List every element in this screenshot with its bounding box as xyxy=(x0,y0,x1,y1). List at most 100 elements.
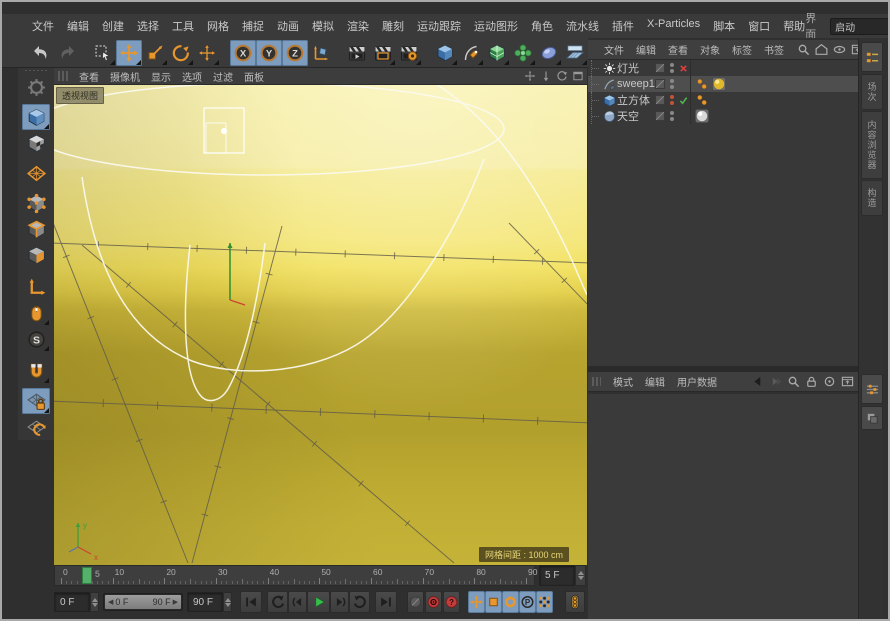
move-tool-button[interactable] xyxy=(116,40,142,66)
viewport-grip[interactable] xyxy=(58,71,68,81)
filter-icon[interactable] xyxy=(832,43,846,57)
object-manager-menu-item[interactable]: 对象 xyxy=(700,42,720,57)
key-rotation-button[interactable] xyxy=(502,591,519,613)
pan-icon[interactable] xyxy=(523,70,536,83)
menu-item[interactable]: 渲染 xyxy=(347,18,369,34)
visibility-dot[interactable] xyxy=(670,85,674,89)
next-frame-button[interactable] xyxy=(330,591,349,613)
object-name[interactable]: 立方体 xyxy=(617,92,653,108)
orbit-icon[interactable] xyxy=(555,70,568,83)
menu-item[interactable]: 创建 xyxy=(102,18,124,34)
add-environment-button[interactable] xyxy=(562,40,588,66)
visibility-dot[interactable] xyxy=(670,69,674,73)
visibility-dot[interactable] xyxy=(670,79,674,83)
dolly-icon[interactable] xyxy=(539,70,552,83)
phong-tag[interactable] xyxy=(694,77,709,92)
workplane-rotate-button[interactable] xyxy=(22,414,50,440)
axis-y-toggle-button[interactable]: Y xyxy=(256,40,282,66)
enable-toggle[interactable] xyxy=(677,64,690,73)
goto-start-button[interactable] xyxy=(240,591,262,613)
menu-item[interactable]: 雕刻 xyxy=(382,18,404,34)
maximize-icon[interactable] xyxy=(571,70,584,83)
undo-button[interactable] xyxy=(28,40,54,66)
scale-tool-button[interactable] xyxy=(142,40,168,66)
key-position-button[interactable] xyxy=(468,591,485,613)
layer-toggle[interactable] xyxy=(653,95,667,105)
attribute-manager-menu-item[interactable]: 编辑 xyxy=(645,374,665,389)
edges-mode-button[interactable] xyxy=(22,216,50,242)
key-scale-button[interactable] xyxy=(485,591,502,613)
object-manager-menu-item[interactable]: 书签 xyxy=(764,42,784,57)
enable-toggle[interactable] xyxy=(677,96,690,105)
menu-item[interactable]: 帮助 xyxy=(783,18,805,34)
attribute-manager-grip[interactable] xyxy=(592,377,601,386)
range-end-field[interactable]: 90 F xyxy=(187,592,223,612)
render-region-button[interactable] xyxy=(370,40,396,66)
menu-item[interactable]: 角色 xyxy=(531,18,553,34)
add-cube-button[interactable] xyxy=(432,40,458,66)
menu-item[interactable]: 动画 xyxy=(277,18,299,34)
viewport-menu-item[interactable]: 过滤 xyxy=(213,69,233,84)
home-icon[interactable] xyxy=(814,43,828,57)
palette-grip[interactable] xyxy=(25,70,47,71)
visibility-dot[interactable] xyxy=(670,117,674,121)
visibility-dots[interactable] xyxy=(667,95,677,105)
layer-toggle[interactable] xyxy=(653,111,667,121)
viewport-menu-item[interactable]: 选项 xyxy=(182,69,202,84)
model-mode-button[interactable] xyxy=(22,104,50,130)
material-tag[interactable] xyxy=(694,109,709,124)
forward-icon[interactable] xyxy=(768,375,782,389)
rotate-tool-button[interactable] xyxy=(168,40,194,66)
visibility-dots[interactable] xyxy=(667,63,677,73)
range-start-field[interactable]: 0 F xyxy=(54,592,90,612)
render-view-button[interactable] xyxy=(344,40,370,66)
menu-item[interactable]: 运动图形 xyxy=(474,18,518,34)
layer-toggle[interactable] xyxy=(653,79,667,89)
current-frame-field[interactable]: 5 F xyxy=(539,565,575,586)
add-spline-button[interactable] xyxy=(458,40,484,66)
coord-system-button[interactable] xyxy=(308,40,334,66)
record-key-button[interactable] xyxy=(425,591,442,613)
snap-enable-button[interactable]: S xyxy=(22,326,50,352)
panel-icon[interactable] xyxy=(840,375,854,389)
object-name[interactable]: 天空 xyxy=(617,108,653,124)
menu-item[interactable]: 脚本 xyxy=(713,18,735,34)
tab-layers[interactable] xyxy=(861,406,883,430)
redo-button[interactable] xyxy=(54,40,80,66)
polygons-mode-button[interactable] xyxy=(22,242,50,268)
visibility-dot[interactable] xyxy=(670,111,674,115)
search-icon[interactable] xyxy=(786,375,800,389)
object-row[interactable]: 天空 xyxy=(588,108,858,124)
play-button[interactable] xyxy=(307,591,330,613)
points-mode-button[interactable] xyxy=(22,190,50,216)
object-name[interactable]: sweep1 xyxy=(617,78,653,90)
texture-mode-button[interactable] xyxy=(22,130,50,156)
prev-frame-button[interactable] xyxy=(288,591,307,613)
material-tag[interactable] xyxy=(711,77,726,92)
menu-item[interactable]: 流水线 xyxy=(566,18,599,34)
attribute-manager-menu-item[interactable]: 用户数据 xyxy=(677,374,717,389)
add-deformer-button[interactable] xyxy=(510,40,536,66)
playhead[interactable] xyxy=(82,567,92,584)
visibility-dots[interactable] xyxy=(667,111,677,121)
object-name[interactable]: 灯光 xyxy=(617,60,653,76)
viewport-menu-item[interactable]: 显示 xyxy=(151,69,171,84)
menu-item[interactable]: 窗口 xyxy=(748,18,770,34)
attribute-manager[interactable] xyxy=(588,394,858,621)
object-manager-menu-item[interactable]: 标签 xyxy=(732,42,752,57)
tab-attributes[interactable] xyxy=(861,374,883,404)
visibility-dots[interactable] xyxy=(667,79,677,89)
key-pla-button[interactable] xyxy=(536,591,553,613)
menu-item[interactable]: 网格 xyxy=(207,18,229,34)
viewport-view-label[interactable]: 透视视图 xyxy=(56,87,104,104)
menu-item[interactable]: 文件 xyxy=(32,18,54,34)
axis-z-toggle-button[interactable]: Z xyxy=(282,40,308,66)
range-start-stepper[interactable] xyxy=(90,592,99,612)
object-row[interactable]: sweep1 xyxy=(588,76,858,92)
range-end-stepper[interactable] xyxy=(223,592,232,612)
add-subdivision-button[interactable] xyxy=(484,40,510,66)
viewport-menu-item[interactable]: 查看 xyxy=(79,69,99,84)
preview-range-bar[interactable]: ◀ 0 F 90 F ▶ xyxy=(105,595,181,609)
object-row[interactable]: 灯光 xyxy=(588,60,858,76)
tab-objects[interactable] xyxy=(861,42,883,72)
